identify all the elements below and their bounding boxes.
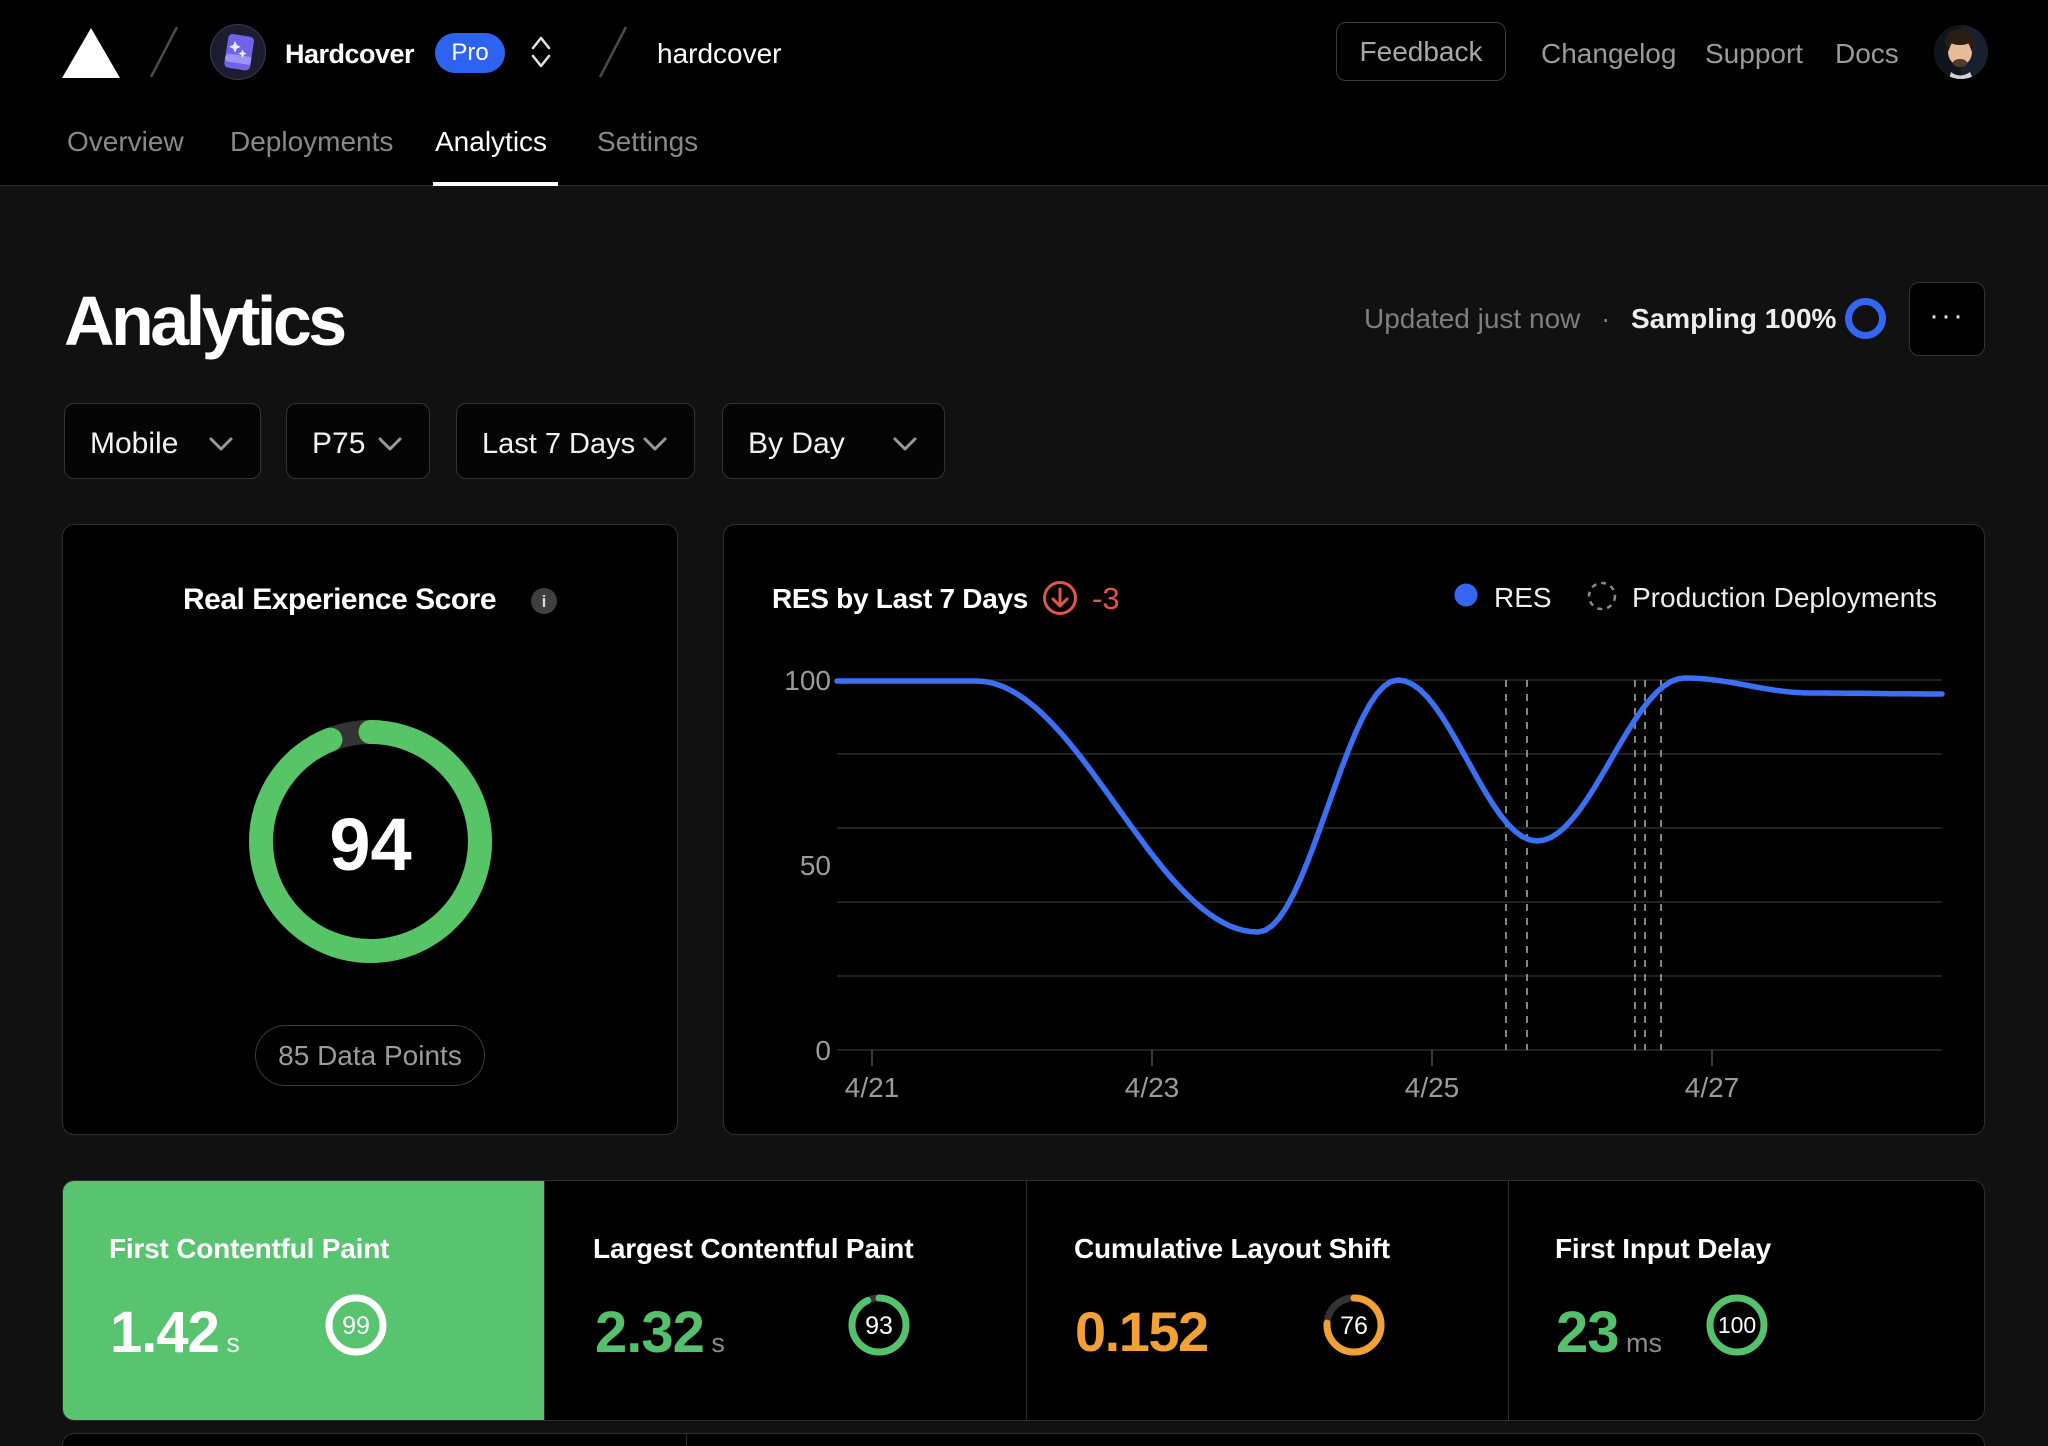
svg-text:99: 99 [342,1312,370,1340]
svg-text:100: 100 [784,665,831,696]
svg-text:94: 94 [329,803,411,886]
svg-text:4/25: 4/25 [1405,1072,1460,1103]
svg-text:50: 50 [800,850,831,881]
svg-text:93: 93 [865,1312,893,1340]
svg-text:i: i [542,592,547,611]
svg-text:4/21: 4/21 [845,1072,900,1103]
svg-text:76: 76 [1340,1312,1368,1340]
svg-text:0: 0 [815,1035,831,1066]
svg-text:4/27: 4/27 [1685,1072,1740,1103]
svg-text:4/23: 4/23 [1125,1072,1180,1103]
svg-text:100: 100 [1718,1312,1756,1338]
